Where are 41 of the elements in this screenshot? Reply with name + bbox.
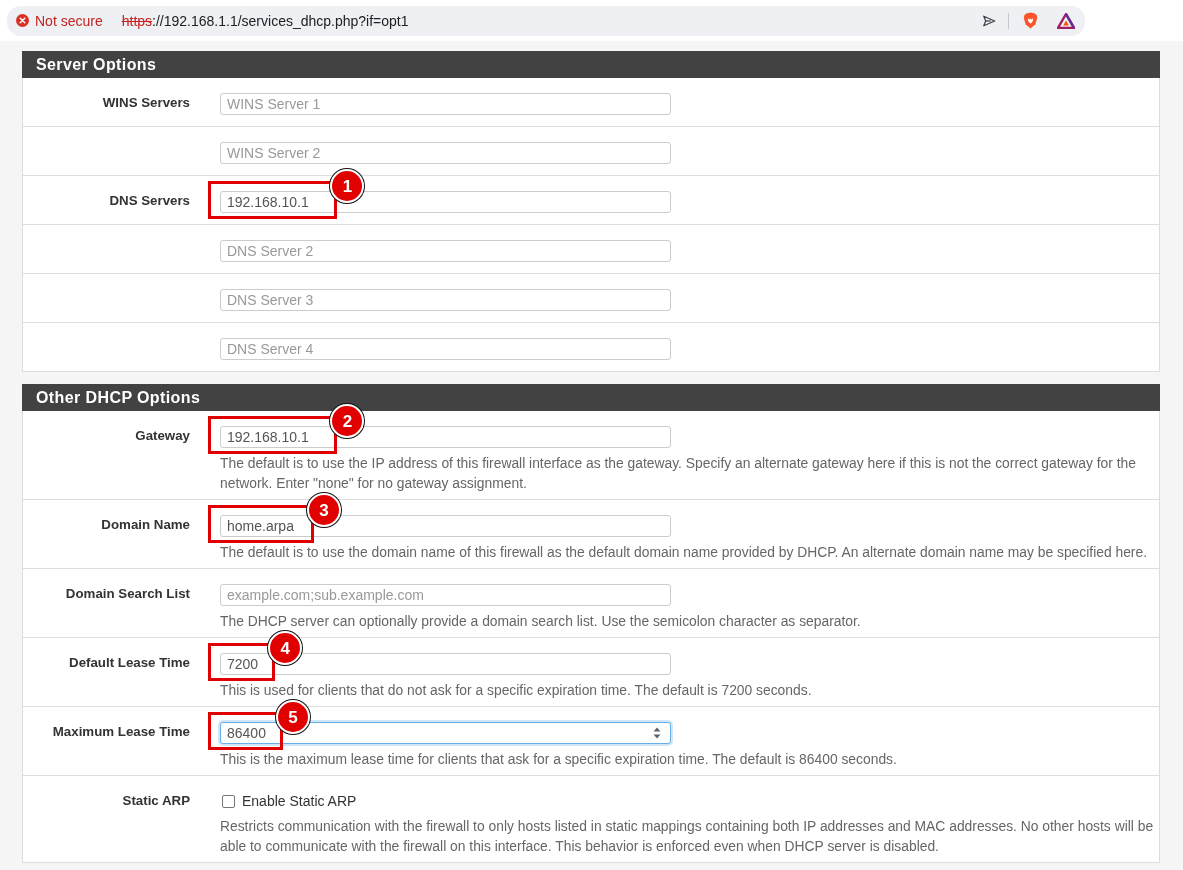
field-label: DNS Servers bbox=[109, 192, 190, 210]
text-field[interactable]: WINS Server 2 bbox=[220, 142, 671, 164]
help-text: The DHCP server can optionally provide a domain search list. Use the semicolon character as separator. bbox=[220, 612, 862, 631]
help-text: This is used for clients that do not ask for a specific expiration time. The default is 7200 seconds. bbox=[220, 681, 813, 700]
callout-badge: 3 bbox=[307, 493, 342, 527]
text-field[interactable]: home.arpa bbox=[220, 515, 671, 537]
text-field[interactable]: WINS Server 1 bbox=[220, 93, 671, 115]
help-text: Restricts communication with the firewall to only hosts listed in static mappings containing both IP addresses and MAC addresses. No other hosts will be able to communicate with the firewall on this interface. This behavior is enforced even when DHCP server is disabled. bbox=[220, 817, 1155, 856]
shield-icon[interactable] bbox=[1023, 12, 1038, 29]
text-field[interactable]: 7200 bbox=[220, 653, 671, 675]
address-bar[interactable]: Not secure https://192.168.1.1/services_dhcp.php?if=opt1 bbox=[7, 5, 1085, 36]
text-field[interactable]: 192.168.10.1 bbox=[220, 191, 671, 213]
callout-badge: 1 bbox=[330, 169, 365, 203]
callout-badge: 5 bbox=[275, 700, 310, 734]
field-label: Domain Search List bbox=[65, 585, 190, 603]
triangle-icon[interactable] bbox=[1057, 12, 1075, 29]
text-field[interactable]: DNS Server 2 bbox=[220, 240, 671, 262]
checkbox[interactable] bbox=[222, 794, 235, 808]
checkbox-label[interactable]: Enable Static ARP bbox=[242, 793, 357, 809]
text-field[interactable]: DNS Server 4 bbox=[220, 338, 671, 360]
help-text: The default is to use the IP address of this firewall interface as the gateway. Specify an alternate gateway here if this is not the correct gateway for the network. Enter "none" for no gateway assignment. bbox=[220, 454, 1137, 493]
field-label: Domain Name bbox=[101, 516, 190, 534]
section-header: Server Options bbox=[22, 51, 1160, 78]
section-header: Other DHCP Options bbox=[22, 384, 1160, 411]
field-label: Static ARP bbox=[122, 792, 190, 810]
field-label: WINS Servers bbox=[102, 94, 190, 112]
url-text[interactable]: https://192.168.1.1/services_dhcp.php?if=opt1 bbox=[121, 12, 409, 29]
x-circle-icon bbox=[16, 14, 29, 27]
text-field[interactable]: 86400 bbox=[220, 722, 671, 744]
help-text: The default is to use the domain name of this firewall as the default domain name provided by DHCP. An alternate domain name may be specified here. bbox=[220, 543, 1149, 562]
send-icon[interactable] bbox=[982, 13, 996, 28]
spinner-icon[interactable] bbox=[653, 727, 661, 739]
text-field[interactable]: 192.168.10.1 bbox=[220, 426, 671, 448]
callout-badge: 4 bbox=[268, 631, 303, 665]
security-status-label[interactable]: Not secure bbox=[35, 12, 103, 29]
field-label: Maximum Lease Time bbox=[52, 723, 190, 741]
help-text: This is the maximum lease time for clients that ask for a specific expiration time. The default is 86400 seconds. bbox=[220, 750, 898, 769]
field-label: Gateway bbox=[135, 427, 190, 445]
field-label: Default Lease Time bbox=[69, 654, 190, 672]
text-field[interactable]: example.com;sub.example.com bbox=[220, 584, 671, 606]
text-field[interactable]: DNS Server 3 bbox=[220, 289, 671, 311]
